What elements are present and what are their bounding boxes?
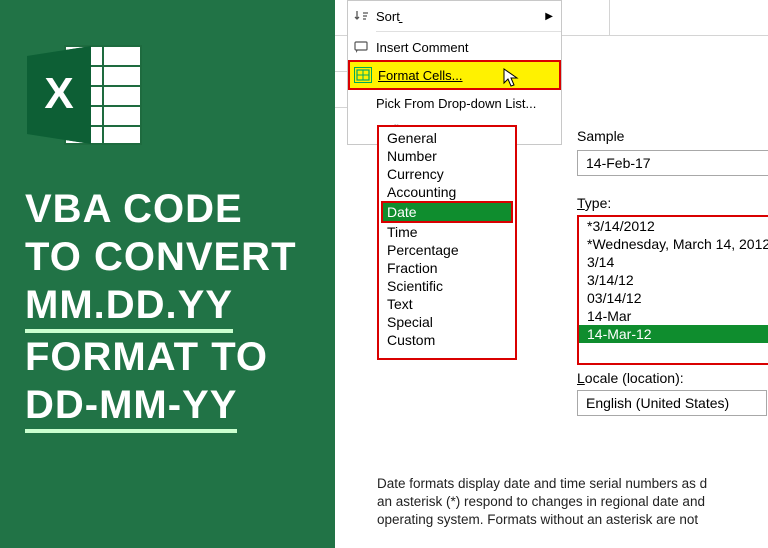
category-item[interactable]: Number [381,147,513,165]
category-item[interactable]: Time [381,223,513,241]
title-highlight-2: DD-MM-YY [25,381,237,433]
ctx-insert-comment-label: Insert Comment [376,40,468,55]
category-item[interactable]: Text [381,295,513,313]
type-label: Type: [577,195,768,211]
submenu-arrow-icon: ▶ [545,11,553,22]
locale-dropdown[interactable]: English (United States) [577,390,767,416]
sample-section: Sample 14-Feb-17 [577,128,768,176]
type-section: Type: *3/14/2012 *Wednesday, March 14, 2… [577,195,768,365]
ctx-sort[interactable]: Sort ▶ [348,3,561,29]
locale-label: Locale (location): [577,370,768,386]
type-item[interactable]: 14-Mar [579,307,768,325]
separator [376,31,561,32]
svg-text:X: X [44,69,73,118]
type-item[interactable]: *3/14/2012 [579,217,768,235]
format-cells-icon [354,67,372,83]
category-item[interactable]: Special [381,313,513,331]
excel-logo-icon: X [25,40,145,150]
type-item[interactable]: 03/14/12 [579,289,768,307]
description-text: Date formats display date and time seria… [377,475,768,530]
title-highlight-1: MM.DD.YY [25,281,233,333]
category-listbox[interactable]: General Number Currency Accounting Date … [377,125,517,360]
cursor-icon [503,68,519,88]
category-item[interactable]: Currency [381,165,513,183]
comment-icon [352,39,370,55]
screenshot-area: Sort ▶ Insert Comment Format Cells... Pi… [335,0,768,548]
type-listbox[interactable]: *3/14/2012 *Wednesday, March 14, 2012 3/… [577,215,768,365]
title-text: VBA CODE TO CONVERT MM.DD.YY FORMAT TO D… [25,185,315,433]
sample-label: Sample [577,128,768,144]
ctx-format-cells-label: Format Cells... [378,68,463,83]
ctx-pick-list-label: Pick From Drop-down List... [376,96,536,111]
type-item[interactable]: *Wednesday, March 14, 2012 [579,235,768,253]
ctx-format-cells[interactable]: Format Cells... [348,60,561,90]
ctx-insert-comment[interactable]: Insert Comment [348,34,561,60]
sample-value: 14-Feb-17 [577,150,768,176]
category-item[interactable]: Percentage [381,241,513,259]
ctx-sort-underline [399,9,403,24]
category-item[interactable]: Accounting [381,183,513,201]
category-item[interactable]: Scientific [381,277,513,295]
title-line-4: FORMAT TO [25,333,315,381]
title-line-1: VBA CODE [25,185,315,233]
info-panel: X VBA CODE TO CONVERT MM.DD.YY FORMAT TO… [0,0,335,548]
category-item[interactable]: Custom [381,331,513,349]
type-item-selected[interactable]: 14-Mar-12 [579,325,768,343]
type-item[interactable]: 3/14 [579,253,768,271]
ctx-sort-label: Sort [376,9,400,24]
category-item-selected[interactable]: Date [381,201,513,223]
title-line-2: TO CONVERT [25,233,315,281]
category-item[interactable]: General [381,129,513,147]
sort-icon [352,8,370,24]
context-menu: Sort ▶ Insert Comment Format Cells... Pi… [347,0,562,145]
locale-section: Locale (location): English (United State… [577,370,768,416]
category-item[interactable]: Fraction [381,259,513,277]
type-item[interactable]: 3/14/12 [579,271,768,289]
ctx-pick-list[interactable]: Pick From Drop-down List... [348,90,561,116]
locale-value: English (United States) [586,395,729,411]
